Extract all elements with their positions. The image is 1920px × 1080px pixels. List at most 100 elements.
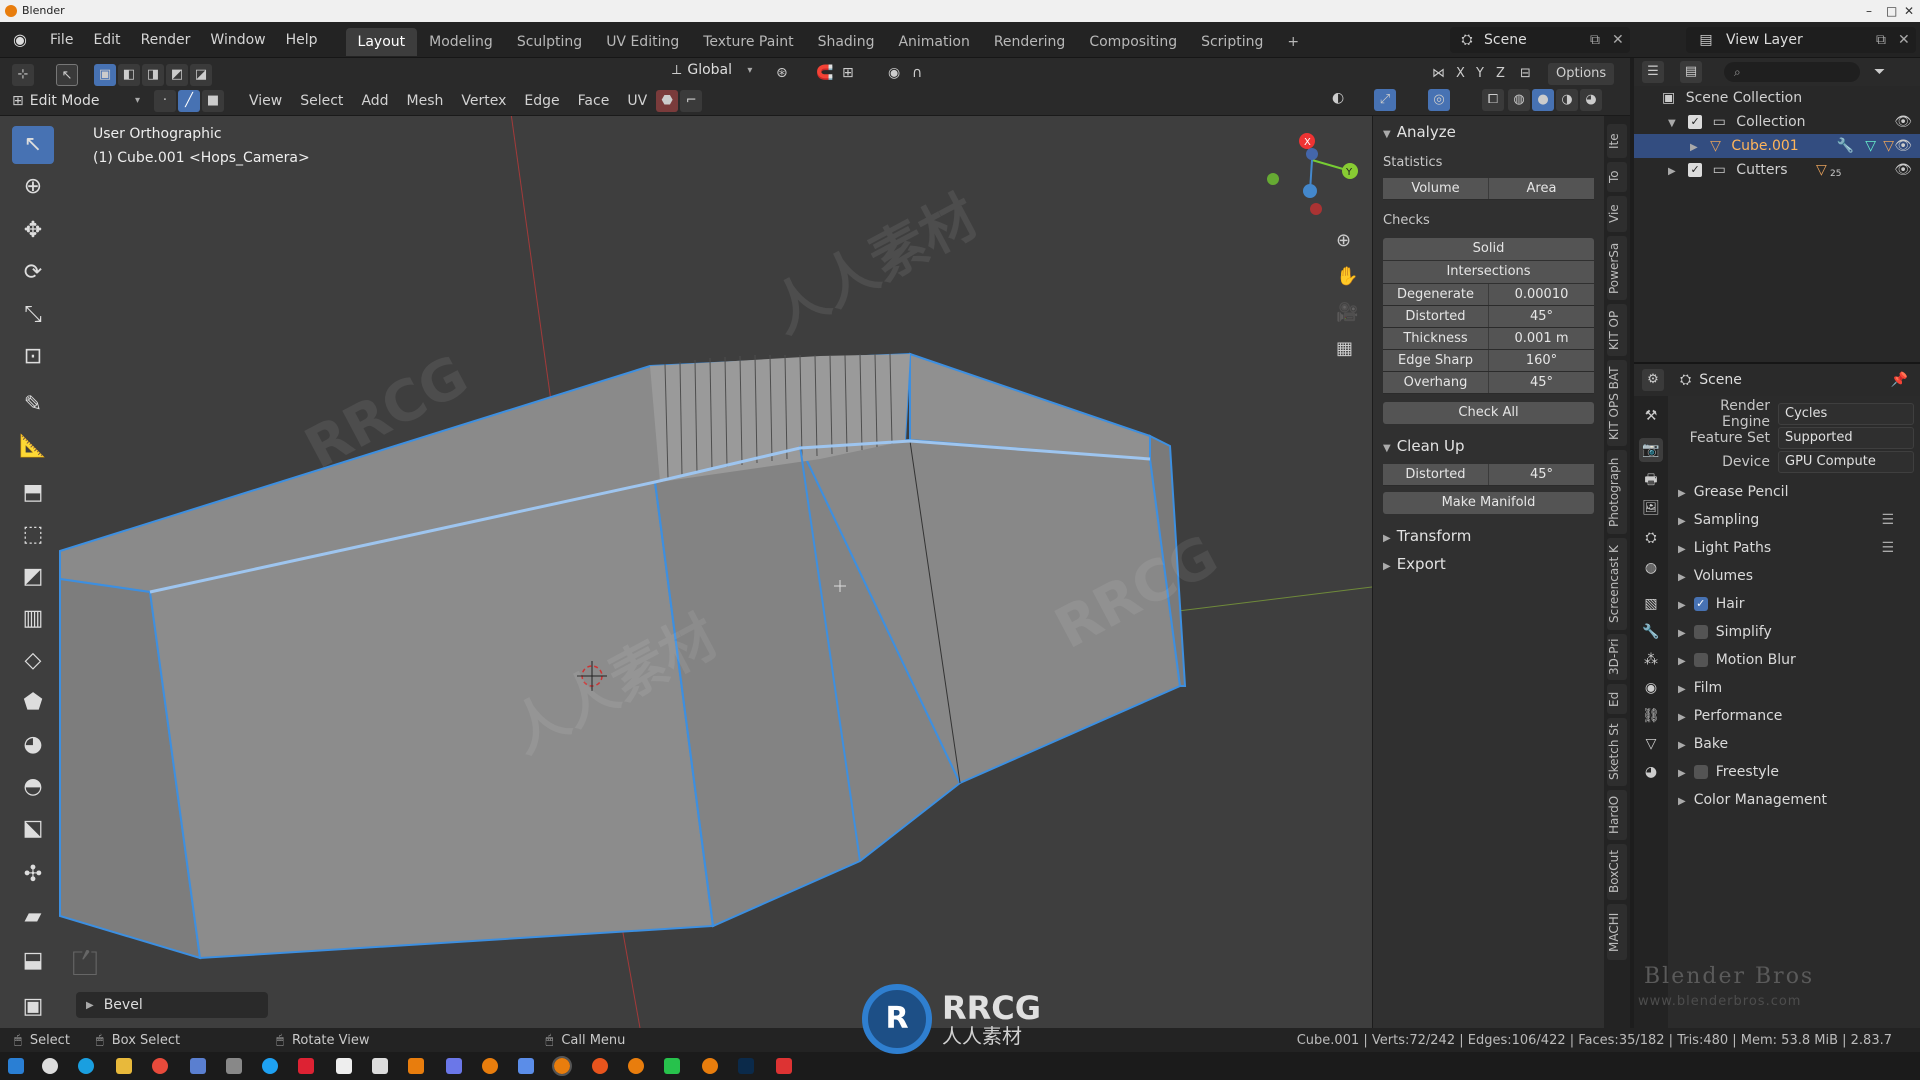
edge-browser-icon[interactable]: [78, 1058, 94, 1074]
mirror-x-toggle[interactable]: X: [1456, 66, 1465, 81]
tab-shading[interactable]: Shading: [806, 28, 887, 56]
menu-help[interactable]: Help: [276, 22, 328, 58]
mirror-y-toggle[interactable]: Y: [1476, 66, 1484, 81]
camera-view-icon[interactable]: 🎥: [1336, 302, 1358, 323]
notes-icon[interactable]: [336, 1058, 352, 1074]
rendered-shading-icon[interactable]: ◕: [1580, 89, 1602, 111]
tab-animation[interactable]: Animation: [886, 28, 981, 56]
section-performance[interactable]: ▶ Performance: [1668, 702, 1920, 730]
make-manifold-button[interactable]: Make Manifold: [1383, 492, 1594, 514]
skype-icon[interactable]: [262, 1058, 278, 1074]
rotate-tool-icon[interactable]: ⟳: [12, 254, 54, 292]
scene-selector[interactable]: ⛭ Scene ⧉ ✕: [1450, 27, 1630, 53]
transform-tool-icon[interactable]: ⊡: [12, 338, 54, 376]
presets-icon[interactable]: ☰: [1881, 534, 1894, 562]
select-tool-icon[interactable]: ↖: [56, 64, 78, 86]
section-film[interactable]: ▶ Film: [1668, 674, 1920, 702]
visibility-eye-icon[interactable]: 👁: [1894, 110, 1912, 134]
motion-blur-checkbox[interactable]: [1693, 653, 1708, 667]
pan-hand-icon[interactable]: ✋: [1336, 266, 1358, 287]
tool-settings-icon[interactable]: ▣: [12, 988, 54, 1026]
check-thickness-value[interactable]: 0.001 m: [1488, 328, 1594, 349]
select-mode-subtract-icon[interactable]: ◨: [142, 64, 164, 86]
section-sampling[interactable]: ▶ Sampling ☰: [1668, 506, 1920, 534]
tab-rendering[interactable]: Rendering: [982, 28, 1078, 56]
loop-cut-tool-icon[interactable]: ▥: [12, 600, 54, 638]
outliner-item-cube[interactable]: ▶ ▽ Cube.001 🔧 ▽ ▽ 👁: [1634, 134, 1920, 158]
physics-properties-icon[interactable]: ◉: [1639, 676, 1663, 700]
solid-shading-icon[interactable]: ●: [1532, 89, 1554, 111]
scale-tool-icon[interactable]: ⤡: [12, 296, 54, 334]
gizmo-neg-y-axis[interactable]: [1267, 173, 1279, 185]
analyze-header[interactable]: ▼ Analyze: [1373, 118, 1604, 146]
remove-view-layer-icon[interactable]: ✕: [1898, 32, 1916, 48]
mode-dropdown[interactable]: ⊞ Edit Mode ▾: [12, 93, 140, 109]
new-view-layer-icon[interactable]: ⧉: [1876, 32, 1898, 48]
app-icon[interactable]: [664, 1058, 680, 1074]
world-properties-icon[interactable]: ◍: [1639, 556, 1663, 580]
vertex-select-icon[interactable]: ·: [154, 89, 176, 112]
visibility-eye-icon[interactable]: 👁: [1894, 134, 1912, 158]
outliner-scene-collection[interactable]: ▣ Scene Collection: [1634, 86, 1920, 110]
blender-active-taskbar-icon[interactable]: [552, 1056, 572, 1076]
menu-select[interactable]: Select: [291, 93, 352, 109]
inset-tool-icon[interactable]: ⬚: [12, 516, 54, 554]
outliner-search-input[interactable]: ⌕: [1724, 62, 1860, 82]
tab-hardops[interactable]: HardO: [1607, 790, 1627, 840]
zoom-icon[interactable]: ⊕: [1336, 230, 1351, 251]
modifier-properties-icon[interactable]: 🔧: [1639, 620, 1663, 644]
close-icon[interactable]: ✕: [1904, 0, 1914, 22]
tab-compositing[interactable]: Compositing: [1077, 28, 1189, 56]
photoshop-icon[interactable]: [738, 1058, 754, 1074]
menu-view[interactable]: View: [240, 93, 291, 109]
render-engine-dropdown[interactable]: Cycles: [1778, 403, 1914, 425]
particles-properties-icon[interactable]: ⁂: [1639, 648, 1663, 672]
section-bake[interactable]: ▶ Bake: [1668, 730, 1920, 758]
app-icon[interactable]: [518, 1058, 534, 1074]
tab-scripting[interactable]: Scripting: [1189, 28, 1275, 56]
menu-edit[interactable]: Edit: [83, 22, 130, 58]
data-properties-icon[interactable]: ▽: [1639, 732, 1663, 756]
outliner-item-collection[interactable]: ▼ ✓ ▭ Collection 👁: [1634, 110, 1920, 134]
ortho-toggle-icon[interactable]: ▦: [1336, 338, 1353, 359]
check-distorted-value[interactable]: 45°: [1488, 306, 1594, 327]
shrink-fatten-tool-icon[interactable]: ✣: [12, 856, 54, 894]
export-header[interactable]: ▶ Export: [1373, 550, 1604, 578]
object-properties-icon[interactable]: ▧: [1639, 592, 1663, 616]
bevel-tool-icon[interactable]: ◩: [12, 558, 54, 596]
knife-tool-icon[interactable]: ◇: [12, 642, 54, 680]
constraints-properties-icon[interactable]: ⛓: [1639, 704, 1663, 728]
rip-tool-icon[interactable]: ⬓: [12, 942, 54, 980]
checkbox-icon[interactable]: ✓: [1688, 163, 1703, 177]
poly-build-tool-icon[interactable]: ⬟: [12, 684, 54, 722]
simplify-checkbox[interactable]: [1693, 625, 1708, 639]
outliner-item-cutters[interactable]: ▶ ✓ ▭ Cutters ▽ 25 👁: [1634, 158, 1920, 182]
tab-layout[interactable]: Layout: [345, 27, 418, 56]
blender-taskbar-icon[interactable]: [628, 1058, 644, 1074]
visibility-icon[interactable]: ◐: [1332, 90, 1344, 106]
extrude-tool-icon[interactable]: ⬒: [12, 474, 54, 512]
check-degenerate[interactable]: Degenerate 0.00010: [1383, 284, 1594, 306]
tab-view[interactable]: Vie: [1607, 196, 1627, 232]
hair-checkbox[interactable]: ✓: [1693, 597, 1708, 611]
filter-icon[interactable]: ⏷: [1874, 64, 1885, 80]
section-color-management[interactable]: ▶ Color Management: [1668, 786, 1920, 814]
cursor-tool-icon[interactable]: ⊕: [12, 168, 54, 206]
modifier-wrench-icon[interactable]: 🔧: [1837, 134, 1854, 158]
tab-powersave[interactable]: PowerSa: [1607, 236, 1627, 300]
solid-check-button[interactable]: Solid: [1383, 238, 1594, 260]
remove-scene-icon[interactable]: ✕: [1612, 32, 1630, 48]
kitops-icon[interactable]: ⌐: [680, 89, 703, 112]
pivot-point-icon[interactable]: ⊛: [776, 65, 788, 81]
section-grease-pencil[interactable]: ▶ Grease Pencil: [1668, 478, 1920, 506]
blender-taskbar-icon[interactable]: [702, 1058, 718, 1074]
navigation-gizmo[interactable]: X Y: [1267, 133, 1358, 215]
face-select-icon[interactable]: ■: [202, 89, 224, 112]
check-edge-sharp-value[interactable]: 160°: [1488, 350, 1594, 371]
blender-menu-icon[interactable]: ◉: [0, 30, 40, 49]
check-all-button[interactable]: Check All: [1383, 402, 1594, 424]
check-degenerate-value[interactable]: 0.00010: [1488, 284, 1594, 305]
move-tool-icon[interactable]: ✥: [12, 212, 54, 250]
tab-boxcutter[interactable]: BoxCut: [1607, 844, 1627, 900]
select-mode-new-icon[interactable]: ▣: [94, 64, 116, 86]
